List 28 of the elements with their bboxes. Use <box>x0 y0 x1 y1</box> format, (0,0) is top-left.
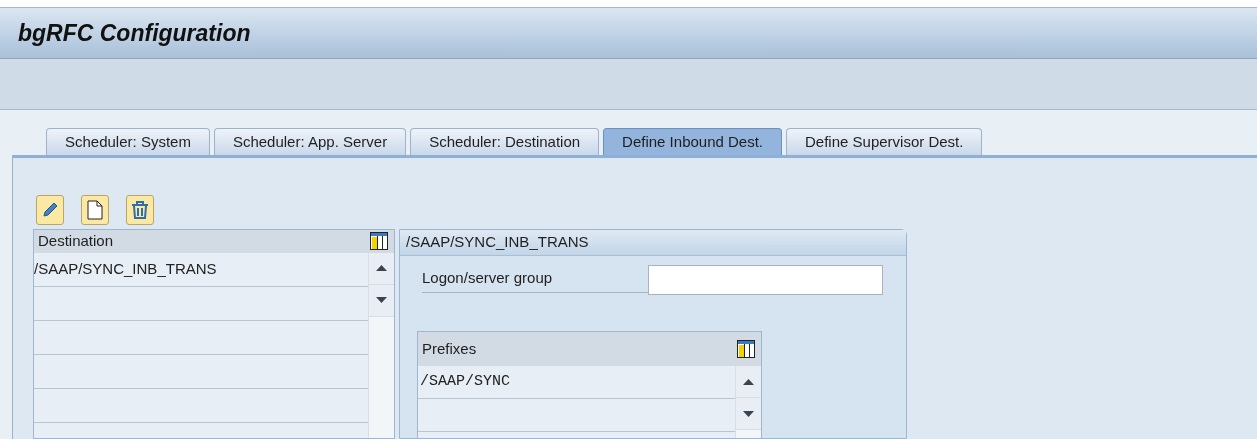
new-document-button[interactable] <box>81 195 109 225</box>
trash-icon <box>130 200 150 220</box>
column-header: Prefixes <box>422 338 477 359</box>
table-cell-text: /SAAP/SYNC_INB_TRANS <box>34 258 217 279</box>
scroll-up-button[interactable] <box>736 366 761 398</box>
table-cell-text: /SAAP/SYNC <box>420 371 510 392</box>
tab[interactable]: Scheduler: System <box>46 128 210 155</box>
tab[interactable]: Define Supervisor Dest. <box>786 128 983 155</box>
window-title: bgRFC Configuration <box>18 18 251 48</box>
document-icon <box>87 200 103 220</box>
delete-button[interactable] <box>126 195 154 225</box>
column-header: Destination <box>38 231 114 251</box>
down-arrow-icon <box>743 410 754 417</box>
scroll-down-button[interactable] <box>369 284 394 317</box>
column-layout-icon[interactable] <box>370 232 388 251</box>
tab[interactable]: Scheduler: App. Server <box>213 128 407 155</box>
tab[interactable]: Define Inbound Dest. <box>603 128 783 155</box>
scroll-up-button[interactable] <box>369 252 394 285</box>
up-arrow-icon <box>743 378 754 385</box>
down-arrow-icon <box>376 297 387 303</box>
column-layout-icon[interactable] <box>737 340 755 358</box>
scroll-down-button[interactable] <box>736 398 761 430</box>
panel-title: /SAAP/SYNC_INB_TRANS <box>406 232 589 253</box>
pencil-icon <box>41 201 59 219</box>
up-arrow-icon <box>376 265 387 271</box>
input-field[interactable] <box>648 265 883 295</box>
edit-button[interactable] <box>36 195 64 225</box>
tab[interactable]: Scheduler: Destination <box>410 128 600 155</box>
